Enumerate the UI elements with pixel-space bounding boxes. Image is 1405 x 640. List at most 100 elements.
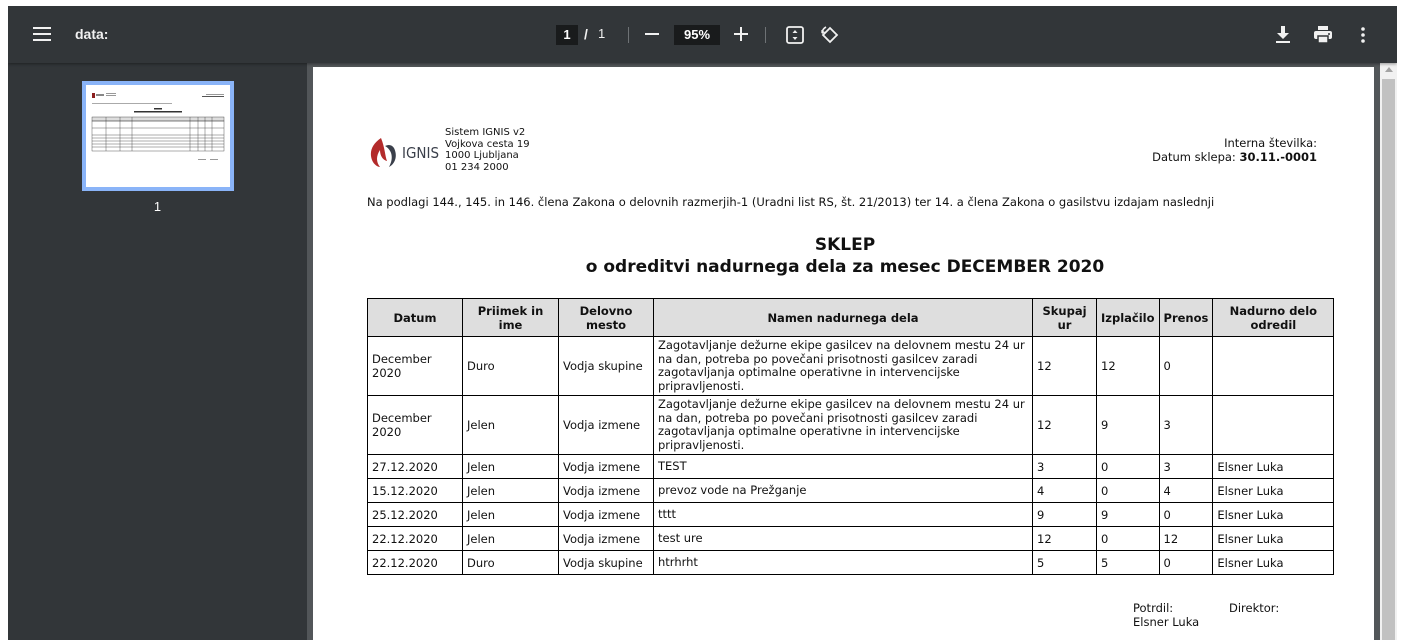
rotate-icon xyxy=(821,26,839,44)
toolbar-divider xyxy=(628,27,629,43)
cell-payout: 12 xyxy=(1096,336,1160,396)
pdf-page: IGNIS Sistem IGNIS v2 Vojkova cesta 19 1… xyxy=(313,67,1374,640)
cell-purpose: tttt xyxy=(653,502,1033,527)
page-thumbnail[interactable] xyxy=(82,81,234,191)
scroll-up-arrow-icon[interactable] xyxy=(1385,67,1393,72)
cell-ordered-by xyxy=(1212,336,1335,396)
cell-datum: 15.12.2020 xyxy=(367,478,463,503)
cell-total-hours: 12 xyxy=(1032,526,1097,551)
print-button[interactable] xyxy=(1311,23,1335,47)
cell-transfer: 12 xyxy=(1158,526,1214,551)
cell-purpose: htrhrht xyxy=(653,550,1033,575)
page-separator: / xyxy=(584,26,588,42)
intro-paragraph: Na podlagi 144., 145. in 146. člena Zako… xyxy=(367,195,1215,209)
cell-transfer: 0 xyxy=(1158,550,1214,575)
flame-logo-icon: IGNIS xyxy=(370,138,439,167)
director-label: Direktor: xyxy=(1229,601,1280,615)
more-options-button[interactable] xyxy=(1351,23,1375,47)
cell-datum: December 2020 xyxy=(367,395,463,455)
cell-payout: 5 xyxy=(1096,550,1160,575)
column-header: Delovno mesto xyxy=(558,298,654,337)
org-line: Sistem IGNIS v2 xyxy=(445,127,526,138)
approved-by-name: Elsner Luka xyxy=(1133,615,1200,629)
scrollbar-thumb[interactable] xyxy=(1382,79,1395,640)
table-row: 22.12.2020 Duro Vodja skupine htrhrht 5 … xyxy=(367,550,1335,575)
table-row: 25.12.2020 Jelen Vodja izmene tttt 9 9 0… xyxy=(367,502,1335,527)
cell-payout: 0 xyxy=(1096,478,1160,503)
fit-to-page-button[interactable] xyxy=(783,23,807,47)
zoom-level-input[interactable]: 95% xyxy=(674,25,720,45)
toolbar-divider xyxy=(765,27,766,43)
cell-total-hours: 12 xyxy=(1032,336,1097,396)
overtime-table: Datum Priimek in ime Delovno mesto Namen… xyxy=(367,298,1335,575)
cell-payout: 0 xyxy=(1096,526,1160,551)
zoom-in-button[interactable] xyxy=(731,24,751,44)
page-total: 1 xyxy=(598,26,606,41)
ignis-logo: IGNIS xyxy=(367,136,442,168)
org-line: 1000 Ljubljana xyxy=(445,150,519,161)
cell-payout: 0 xyxy=(1096,454,1160,479)
rotate-button[interactable] xyxy=(818,23,842,47)
cell-name: Jelen xyxy=(462,526,559,551)
cell-purpose: test ure xyxy=(653,526,1033,551)
cell-ordered-by: Elsner Luka xyxy=(1212,502,1335,527)
cell-position: Vodja izmene xyxy=(558,478,654,503)
document-meta: Interna številka: Datum sklepa: 30.11.-0… xyxy=(1152,136,1317,164)
cell-ordered-by: Elsner Luka xyxy=(1212,550,1335,575)
vertical-scrollbar[interactable] xyxy=(1380,63,1397,640)
brand-text: IGNIS xyxy=(402,144,439,162)
cell-total-hours: 3 xyxy=(1032,454,1097,479)
cell-position: Vodja izmene xyxy=(558,395,654,455)
minus-icon xyxy=(645,33,659,35)
column-header: Datum xyxy=(367,298,463,337)
print-icon xyxy=(1314,26,1332,44)
cell-transfer: 0 xyxy=(1158,336,1214,396)
page-number-input[interactable]: 1 xyxy=(556,25,578,45)
toolbar: data: 1 / 1 95% xyxy=(8,6,1397,63)
cell-datum: 22.12.2020 xyxy=(367,550,463,575)
datum-value: 30.11.-0001 xyxy=(1239,150,1317,164)
cell-name: Duro xyxy=(462,550,559,575)
thumbnail-page-number: 1 xyxy=(153,199,162,214)
document-title: data: xyxy=(75,26,109,42)
cell-purpose: prevoz vode na Prežganje xyxy=(653,478,1033,503)
cell-purpose: Zagotavljanje dežurne ekipe gasilcev na … xyxy=(653,336,1033,396)
cell-name: Jelen xyxy=(462,478,559,503)
column-header: Prenos xyxy=(1158,298,1214,337)
cell-datum: December 2020 xyxy=(367,336,463,396)
cell-ordered-by: Elsner Luka xyxy=(1212,454,1335,479)
cell-transfer: 4 xyxy=(1158,478,1214,503)
cell-payout: 9 xyxy=(1096,395,1160,455)
cell-name: Jelen xyxy=(462,395,559,455)
org-line: 01 234 2000 xyxy=(445,161,509,173)
zoom-out-button[interactable] xyxy=(642,24,662,44)
cell-ordered-by: Elsner Luka xyxy=(1212,478,1335,503)
cell-name: Jelen xyxy=(462,502,559,527)
datum-label: Datum sklepa: xyxy=(1152,150,1236,164)
menu-icon[interactable] xyxy=(28,23,56,45)
cell-ordered-by: Elsner Luka xyxy=(1212,526,1335,551)
column-header: Izplačilo xyxy=(1096,298,1160,337)
download-icon xyxy=(1276,26,1290,43)
column-header: Priimek in ime xyxy=(462,298,559,337)
cell-position: Vodja izmene xyxy=(558,502,654,527)
organization-info: Sistem IGNIS v2 Vojkova cesta 19 1000 Lj… xyxy=(445,127,530,173)
page-thumbnail-preview xyxy=(86,85,230,187)
cell-purpose: Zagotavljanje dežurne ekipe gasilcev na … xyxy=(653,395,1033,455)
table-row: 27.12.2020 Jelen Vodja izmene TEST 3 0 3… xyxy=(367,454,1335,479)
column-header: Skupaj ur xyxy=(1032,298,1097,337)
pdf-viewer-window: data: 1 / 1 95% 1 IGNIS Sistem IGNIS v2 … xyxy=(8,6,1397,640)
cell-transfer: 0 xyxy=(1158,502,1214,527)
download-button[interactable] xyxy=(1271,23,1295,47)
document-title-block: SKLEP o odreditvi nadurnega dela za mese… xyxy=(313,234,1377,278)
intern-number-label: Interna številka: xyxy=(1224,136,1317,150)
table-row: 22.12.2020 Jelen Vodja izmene test ure 1… xyxy=(367,526,1335,551)
cell-ordered-by xyxy=(1212,395,1335,455)
cell-name: Jelen xyxy=(462,454,559,479)
cell-name: Duro xyxy=(462,336,559,396)
table-row: December 2020 Duro Vodja skupine Zagotav… xyxy=(367,336,1335,396)
cell-position: Vodja izmene xyxy=(558,526,654,551)
cell-purpose: TEST xyxy=(653,454,1033,479)
title-sub: o odreditvi nadurnega dela za mesec DECE… xyxy=(585,257,1105,277)
cell-datum: 22.12.2020 xyxy=(367,526,463,551)
